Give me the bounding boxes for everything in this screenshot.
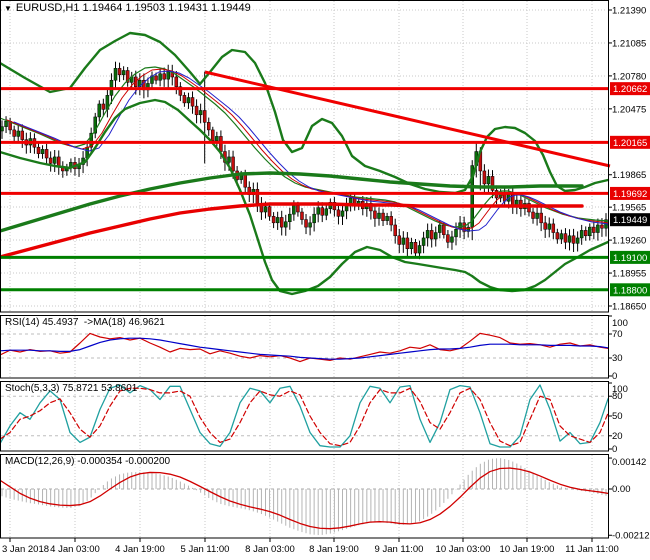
svg-text:1.20780: 1.20780: [612, 71, 646, 82]
rsi-panel-series: [0, 332, 609, 363]
level-price-badge: 1.20165: [610, 135, 650, 149]
svg-text:4 Jan 03:00: 4 Jan 03:00: [50, 544, 100, 555]
support-resistance-levels: [0, 87, 608, 292]
svg-text:70: 70: [612, 329, 623, 340]
svg-text:1.19260: 1.19260: [612, 236, 646, 247]
price-axis: 1.21390 1.21085 1.20780 1.20475 1.19865 1.195…: [608, 6, 646, 313]
svg-text:1.19100: 1.19100: [613, 253, 647, 264]
macd-indicator-label: MACD(12,26,9) -0.000354 -0.000200: [5, 456, 171, 467]
svg-text:20: 20: [612, 431, 623, 442]
svg-text:0: 0: [612, 444, 617, 455]
svg-text:80: 80: [612, 391, 623, 402]
svg-text:1.20662: 1.20662: [613, 84, 647, 95]
svg-text:30: 30: [612, 353, 623, 364]
level-price-badge: 1.18800: [610, 283, 650, 297]
svg-text:50: 50: [612, 411, 623, 422]
svg-text:100: 100: [612, 318, 628, 329]
time-axis: 3 Jan 2018 4 Jan 03:00 4 Jan 19:00 5 Jan 11…: [2, 538, 619, 555]
svg-text:0.00142: 0.00142: [612, 457, 646, 468]
svg-text:-0.002122: -0.002122: [612, 530, 650, 541]
svg-text:1.19449: 1.19449: [613, 215, 647, 226]
level-price-badge: 1.20662: [610, 82, 650, 96]
descending-trendline: [204, 70, 611, 168]
stochastic-panel-series: [0, 384, 609, 448]
svg-text:4 Jan 19:00: 4 Jan 19:00: [115, 544, 165, 555]
svg-text:1.21085: 1.21085: [612, 38, 646, 49]
level-price-badge: 1.19692: [610, 186, 650, 200]
chart-title: ▼ EURUSD,H1 1.19464 1.19503 1.19431 1.19…: [4, 2, 251, 14]
stoch-axis-labels: 1008050200: [608, 382, 628, 455]
svg-text:10 Jan 19:00: 10 Jan 19:00: [500, 544, 555, 555]
svg-text:10 Jan 03:00: 10 Jan 03:00: [436, 544, 491, 555]
chart-title-text: EURUSD,H1 1.19464 1.19503 1.19431 1.1944…: [15, 2, 251, 14]
candles: [0, 61, 608, 260]
svg-text:1.19865: 1.19865: [612, 170, 646, 181]
svg-text:8 Jan 19:00: 8 Jan 19:00: [309, 544, 359, 555]
svg-text:0: 0: [612, 371, 617, 382]
level-price-badge: 1.19100: [610, 250, 650, 264]
chart-window: ▼ EURUSD,H1 1.19464 1.19503 1.19431 1.19…: [0, 0, 650, 560]
svg-text:0.00: 0.00: [612, 484, 631, 495]
bollinger-bands: [0, 31, 610, 296]
svg-text:11 Jan 11:00: 11 Jan 11:00: [565, 544, 619, 555]
rsi-axis-labels: 10070 30 0: [608, 315, 628, 382]
macd-panel-series: [0, 458, 609, 536]
svg-text:1.18800: 1.18800: [613, 285, 647, 296]
svg-text:1.20165: 1.20165: [613, 138, 647, 149]
svg-text:3 Jan 2018: 3 Jan 2018: [2, 544, 49, 555]
svg-text:1.18955: 1.18955: [612, 269, 646, 280]
stoch-indicator-label: Stoch(5,3,3) 75.8721 53.8601: [5, 383, 138, 394]
price-chart-canvas[interactable]: 1.21390 1.21085 1.20780 1.20475 1.19865 1.195…: [0, 0, 650, 560]
macd-axis-labels: 0.00142 0.00 -0.002122: [608, 457, 650, 541]
svg-text:5 Jan 11:00: 5 Jan 11:00: [181, 544, 230, 555]
current-price-badge: 1.19449: [610, 213, 650, 227]
svg-text:1.21390: 1.21390: [612, 6, 646, 17]
svg-text:8 Jan 03:00: 8 Jan 03:00: [245, 544, 295, 555]
svg-text:9 Jan 11:00: 9 Jan 11:00: [375, 544, 424, 555]
svg-text:1.18650: 1.18650: [612, 302, 646, 313]
svg-text:1.19692: 1.19692: [613, 189, 647, 200]
rsi-indicator-label: RSI(14) 45.4937 ->MA(18) 46.9621: [5, 317, 165, 328]
symbol-dropdown-icon[interactable]: ▼: [4, 3, 12, 14]
svg-text:1.20475: 1.20475: [612, 104, 646, 115]
svg-text:1.19565: 1.19565: [612, 203, 646, 214]
